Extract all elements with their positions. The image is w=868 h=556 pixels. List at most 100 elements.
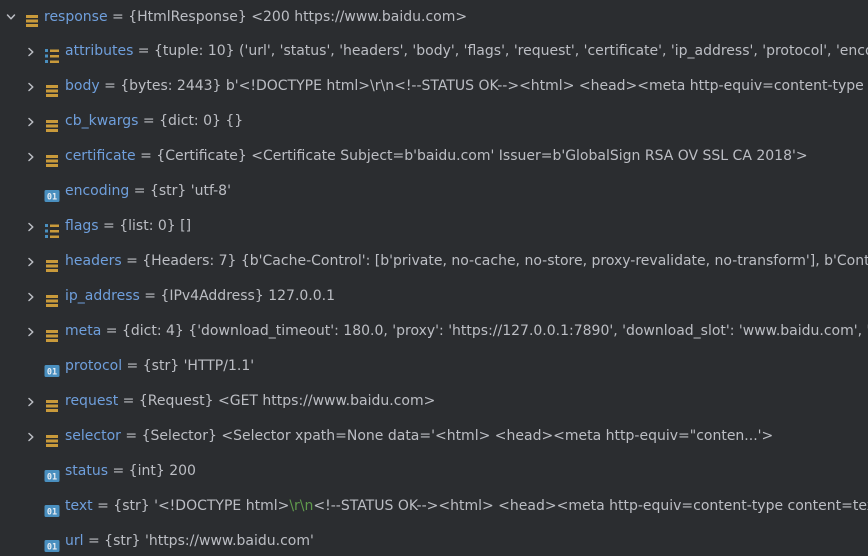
variable-label: encoding = {str} 'utf-8': [65, 183, 231, 199]
object-icon: [44, 113, 60, 132]
primitive-icon: 01: [44, 533, 60, 552]
chevron-down-icon[interactable]: [4, 0, 18, 34]
object-icon: [24, 8, 40, 27]
variable-name: text: [65, 498, 93, 514]
tree-row-ip-address[interactable]: ip_address = {IPv4Address} 127.0.0.1: [0, 279, 868, 314]
chevron-right-icon[interactable]: [24, 69, 38, 104]
variable-name: headers: [65, 253, 122, 269]
variable-label: text = {str} '<!DOCTYPE html>\r\n<!--STA…: [65, 489, 868, 524]
svg-text:01: 01: [47, 192, 57, 202]
variable-value: ('url', 'status', 'headers', 'body', 'fl…: [239, 43, 868, 59]
variable-label: meta = {dict: 4} {'download_timeout': 18…: [65, 314, 868, 349]
tree-row-protocol[interactable]: 01 protocol = {str} 'HTTP/1.1': [0, 349, 868, 384]
variable-name: protocol: [65, 358, 123, 374]
variable-name: selector: [65, 428, 121, 444]
svg-text:01: 01: [47, 472, 57, 482]
object-icon: [44, 428, 60, 447]
chevron-right-icon[interactable]: [24, 209, 38, 244]
chevron-right-icon[interactable]: [24, 34, 38, 69]
variable-label: selector = {Selector} <Selector xpath=No…: [65, 428, 774, 444]
variable-value: <Selector xpath=None data='<html> <head>…: [221, 428, 774, 444]
variable-label: cb_kwargs = {dict: 0} {}: [65, 113, 244, 129]
tree-row-selector[interactable]: selector = {Selector} <Selector xpath=No…: [0, 419, 868, 454]
variable-label: headers = {Headers: 7} {b'Cache-Control'…: [65, 244, 868, 279]
debugger-variables-tree: response = {HtmlResponse} <200 https://w…: [0, 0, 868, 556]
variable-name: request: [65, 393, 119, 409]
variable-name: cb_kwargs: [65, 113, 139, 129]
variable-type: {bytes: 2443}: [120, 78, 222, 94]
chevron-right-icon[interactable]: [24, 314, 38, 349]
variable-label: url = {str} 'https://www.baidu.com': [65, 533, 314, 549]
variable-type: {list: 0}: [119, 218, 176, 234]
tree-row-status[interactable]: 01 status = {int} 200: [0, 454, 868, 489]
tree-row-attributes[interactable]: attributes = {tuple: 10} ('url', 'status…: [0, 34, 868, 69]
variable-label: attributes = {tuple: 10} ('url', 'status…: [65, 34, 868, 69]
chevron-right-icon[interactable]: [24, 244, 38, 279]
tree-row-text[interactable]: 01 text = {str} '<!DOCTYPE html>\r\n<!--S…: [0, 489, 868, 524]
variable-type: {IPv4Address}: [160, 288, 264, 304]
chevron-right-icon[interactable]: [24, 104, 38, 139]
chevron-right-icon[interactable]: [24, 279, 38, 314]
variable-type: {Certificate}: [156, 148, 247, 164]
variable-type: {dict: 4}: [121, 323, 184, 339]
variable-type: {str}: [149, 183, 187, 199]
primitive-icon: 01: [44, 183, 60, 202]
variable-value: <200 https://www.baidu.com>: [251, 9, 468, 25]
variable-label: ip_address = {IPv4Address} 127.0.0.1: [65, 288, 336, 304]
variable-value: {b'Cache-Control': [b'private, no-cache,…: [240, 253, 868, 269]
variable-type: {str}: [142, 358, 180, 374]
tree-row-request[interactable]: request = {Request} <GET https://www.bai…: [0, 384, 868, 419]
variable-name: certificate: [65, 148, 136, 164]
variable-label: protocol = {str} 'HTTP/1.1': [65, 358, 255, 374]
variable-type: {Selector}: [141, 428, 217, 444]
tree-row-meta[interactable]: meta = {dict: 4} {'download_timeout': 18…: [0, 314, 868, 349]
variable-type: {Headers: 7}: [142, 253, 237, 269]
variable-type: {str}: [104, 533, 141, 549]
variable-name: flags: [65, 218, 99, 234]
primitive-icon: 01: [44, 358, 60, 377]
variable-value: 200: [169, 463, 196, 479]
variable-value-rest: <!--STATUS OK--><html> <head><meta http-…: [313, 498, 868, 514]
variable-name: url: [65, 533, 84, 549]
tree-row-flags[interactable]: flags = {list: 0} []: [0, 209, 868, 244]
variable-type: {dict: 0}: [159, 113, 221, 129]
tree-row-headers[interactable]: headers = {Headers: 7} {b'Cache-Control'…: [0, 244, 868, 279]
variable-name: body: [65, 78, 100, 94]
variable-value: <Certificate Subject=b'baidu.com' Issuer…: [251, 148, 808, 164]
variable-value: 127.0.0.1: [268, 288, 336, 304]
tree-row-encoding[interactable]: 01 encoding = {str} 'utf-8': [0, 174, 868, 209]
variable-value: '<!DOCTYPE html>: [154, 498, 290, 514]
variable-type: {HtmlResponse}: [128, 9, 247, 25]
object-icon: [44, 253, 60, 272]
variable-label: certificate = {Certificate} <Certificate…: [65, 148, 808, 164]
tree-row-cb-kwargs[interactable]: cb_kwargs = {dict: 0} {}: [0, 104, 868, 139]
list-icon: [44, 218, 60, 238]
tree-row-certificate[interactable]: certificate = {Certificate} <Certificate…: [0, 139, 868, 174]
variable-label: response = {HtmlResponse} <200 https://w…: [44, 9, 468, 25]
object-icon: [44, 288, 60, 307]
list-icon: [44, 43, 60, 63]
variable-label: status = {int} 200: [65, 463, 196, 479]
variable-name: status: [65, 463, 109, 479]
tree-row-url[interactable]: 01 url = {str} 'https://www.baidu.com': [0, 524, 868, 556]
primitive-icon: 01: [44, 498, 60, 517]
chevron-right-icon[interactable]: [24, 384, 38, 419]
object-icon: [44, 78, 60, 97]
variable-type: {tuple: 10}: [154, 43, 235, 59]
variable-type: {str}: [113, 498, 150, 514]
variable-value: 'utf-8': [190, 183, 231, 199]
tree-row-body[interactable]: body = {bytes: 2443} b'<!DOCTYPE html>\r…: [0, 69, 868, 104]
chevron-right-icon[interactable]: [24, 139, 38, 174]
variable-value-escape: \r\n: [289, 498, 314, 514]
variable-value: 'HTTP/1.1': [183, 358, 255, 374]
svg-text:01: 01: [47, 542, 57, 552]
variable-value: []: [180, 218, 192, 234]
variable-name: attributes: [65, 43, 134, 59]
variable-label: request = {Request} <GET https://www.bai…: [65, 393, 436, 409]
object-icon: [44, 148, 60, 167]
chevron-right-icon[interactable]: [24, 419, 38, 454]
variable-type: {int}: [128, 463, 165, 479]
primitive-icon: 01: [44, 463, 60, 482]
variable-value: {}: [225, 113, 244, 129]
tree-root-row[interactable]: response = {HtmlResponse} <200 https://w…: [0, 0, 868, 34]
